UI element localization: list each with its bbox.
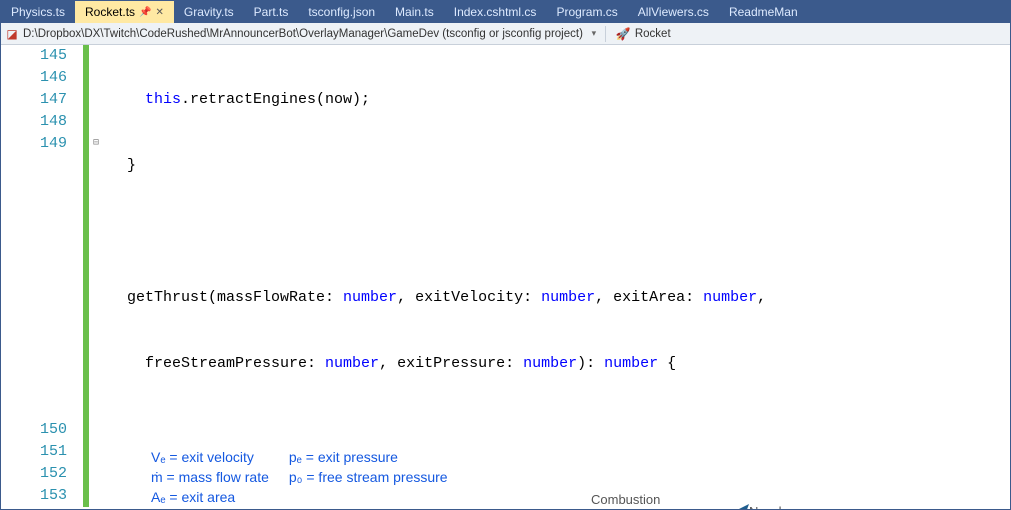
pin-icon[interactable]: 📌 [139, 7, 151, 18]
diagram-legend: Vₑ = exit velocity pₑ = exit pressure ṁ … [151, 447, 448, 507]
annot-nozzle: Nozzle [749, 501, 789, 509]
breadcrumb-path[interactable]: D:\Dropbox\DX\Twitch\CodeRushed\MrAnnoun… [23, 28, 583, 40]
inline-diagram: Vₑ = exit velocity pₑ = exit pressure ṁ … [109, 441, 1010, 509]
tab-program[interactable]: Program.cs [546, 1, 627, 23]
breadcrumb-member[interactable]: Rocket [635, 28, 671, 40]
tab-main[interactable]: Main.ts [385, 1, 444, 23]
tab-rocket[interactable]: Rocket.ts 📌 ✕ [75, 1, 174, 23]
line-number: 151 [1, 441, 67, 463]
line-number: 145 [1, 45, 67, 67]
legend-m: ṁ = mass flow rate [151, 467, 269, 487]
tab-part[interactable]: Part.ts [244, 1, 299, 23]
tab-index[interactable]: Index.cshtml.cs [444, 1, 547, 23]
close-icon[interactable]: ✕ [155, 7, 163, 18]
line-number: 150 [1, 419, 67, 441]
legend-p0: p₀ = free stream pressure [289, 467, 448, 487]
tab-tsconfig[interactable]: tsconfig.json [298, 1, 385, 23]
tab-physics[interactable]: Physics.ts [1, 1, 75, 23]
legend-ve: Vₑ = exit velocity [151, 447, 269, 467]
nav-bar: ◪ D:\Dropbox\DX\Twitch\CodeRushed\MrAnno… [1, 23, 1010, 45]
path-dropdown-icon[interactable]: ▾ [587, 28, 601, 39]
line-number: 153 [1, 485, 67, 507]
fold-gutter: ⊟ [89, 45, 103, 509]
legend-pe: pₑ = exit pressure [289, 447, 448, 467]
code-editor[interactable]: 145 146 147 148 149 150 151 152 153 ⊟ th… [1, 45, 1010, 509]
tab-readme[interactable]: ReadmeMan [719, 1, 808, 23]
tab-bar: Physics.ts Rocket.ts 📌 ✕ Gravity.ts Part… [1, 1, 1010, 23]
line-number: 148 [1, 111, 67, 133]
line-number: 152 [1, 463, 67, 485]
code-area[interactable]: this.retractEngines(now); } getThrust(ma… [103, 45, 1010, 509]
line-number: 146 [1, 67, 67, 89]
annot-chamber: Chamber [604, 505, 657, 509]
fold-toggle-icon[interactable]: ⊟ [89, 133, 103, 155]
line-number: 147 [1, 89, 67, 111]
line-number-gutter: 145 146 147 148 149 150 151 152 153 [1, 45, 83, 509]
tab-gravity[interactable]: Gravity.ts [174, 1, 244, 23]
tab-allviewers[interactable]: AllViewers.cs [628, 1, 719, 23]
line-number: 149 [1, 133, 67, 155]
file-type-icon: ◪ [5, 27, 19, 41]
rocket-icon: 🚀 [616, 27, 631, 41]
nav-separator [605, 26, 606, 42]
rocket-svg: ṁ Fuel Oxidizer [149, 499, 979, 509]
